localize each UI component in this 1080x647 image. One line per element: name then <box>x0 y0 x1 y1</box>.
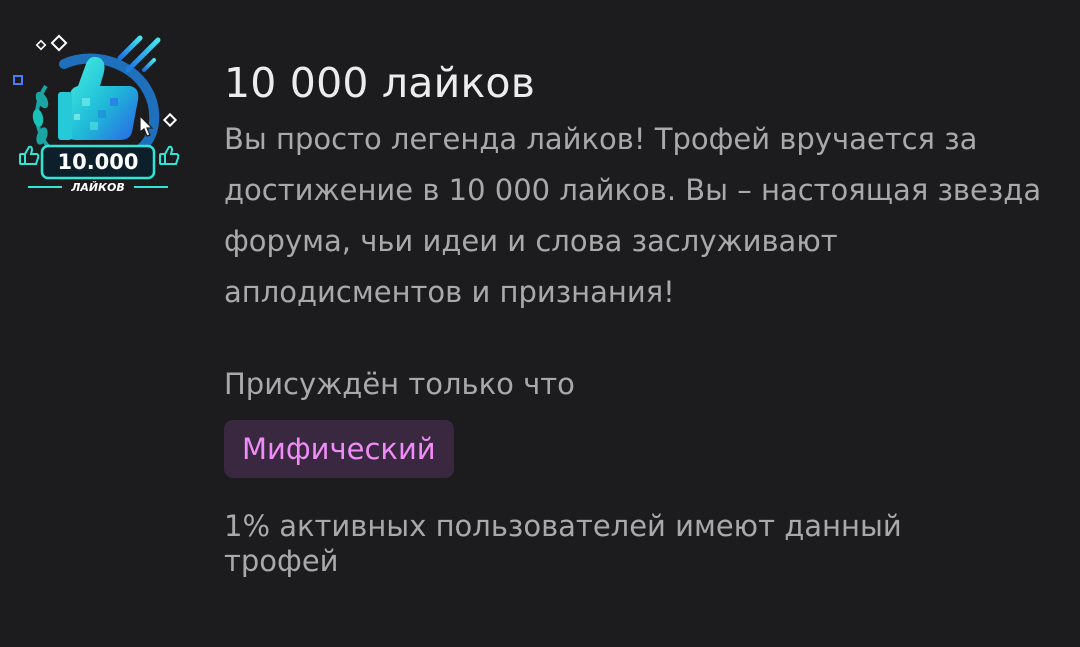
trophy-title: 10 000 лайков <box>224 59 536 107</box>
awarded-time: Присуждён только что <box>224 367 575 401</box>
badge-number: 10.000 <box>57 150 138 174</box>
thumbs-up-trophy-icon: 10.000 ЛАЙКОВ <box>13 34 180 194</box>
trophy-details: 10 000 лайков Вы просто легенда лайков! … <box>224 56 1054 579</box>
rarity-badge: Мифический <box>224 420 454 478</box>
trophy-description: Вы просто легенда лайков! Трофей вручает… <box>224 122 1042 309</box>
badge-caption: ЛАЙКОВ <box>70 181 125 194</box>
ownership-share: 1% активных пользователей имеют данный т… <box>224 509 902 578</box>
trophy-badge: 10.000 ЛАЙКОВ <box>8 26 184 202</box>
